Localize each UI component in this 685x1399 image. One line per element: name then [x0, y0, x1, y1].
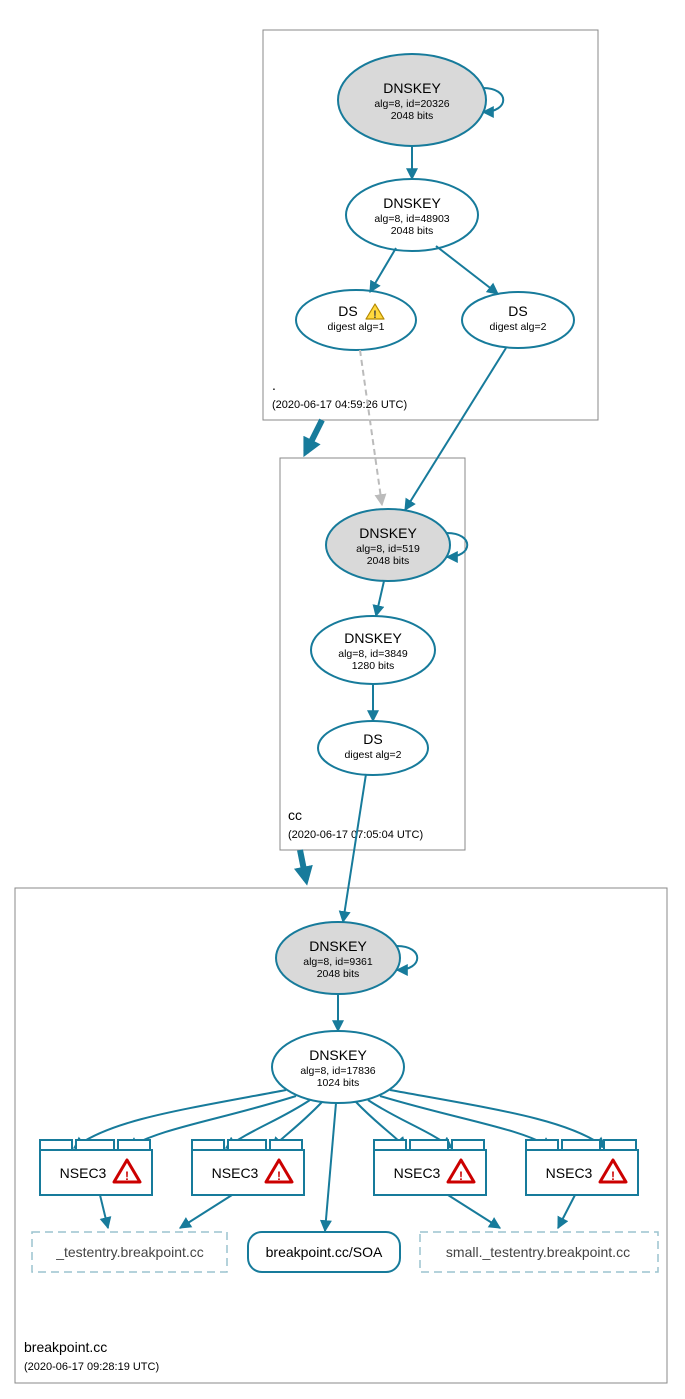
svg-text:digest alg=2: digest alg=2 — [490, 321, 547, 333]
node-cc-ds[interactable]: DS digest alg=2 — [318, 721, 428, 775]
zone-root-name: . — [272, 377, 276, 393]
delegation-root-cc — [306, 420, 322, 452]
nsec3-box-2[interactable]: NSEC3 ! — [192, 1140, 304, 1195]
edge-ds2-ccksk — [405, 348, 506, 510]
node-bp-ksk[interactable]: DNSKEY alg=8, id=9361 2048 bits — [276, 922, 400, 994]
delegation-cc-bp — [300, 850, 306, 880]
edge-cc-ksk-zsk — [376, 581, 384, 616]
nodata-testentry[interactable]: _testentry.breakpoint.cc — [32, 1232, 227, 1272]
svg-text:alg=8, id=48903: alg=8, id=48903 — [374, 213, 449, 225]
svg-text:NSEC3: NSEC3 — [546, 1165, 593, 1181]
node-root-ds1[interactable]: DS digest alg=1 ! — [296, 290, 416, 350]
node-root-ksk[interactable]: DNSKEY alg=8, id=20326 2048 bits — [338, 54, 486, 146]
svg-text:1024 bits: 1024 bits — [317, 1077, 360, 1089]
edge-root-zsk-ds1 — [370, 248, 396, 292]
nsec3-box-1[interactable]: NSEC3 ! — [40, 1140, 152, 1195]
svg-text:digest alg=2: digest alg=2 — [345, 749, 402, 761]
svg-text:!: ! — [611, 1169, 615, 1183]
svg-text:!: ! — [277, 1169, 281, 1183]
svg-text:small._testentry.breakpoint.cc: small._testentry.breakpoint.cc — [446, 1244, 630, 1260]
svg-text:digest alg=1: digest alg=1 — [328, 321, 385, 333]
node-cc-ksk[interactable]: DNSKEY alg=8, id=519 2048 bits — [326, 509, 450, 581]
svg-text:DNSKEY: DNSKEY — [359, 525, 417, 541]
node-root-zsk[interactable]: DNSKEY alg=8, id=48903 2048 bits — [346, 179, 478, 251]
nsec3-box-3[interactable]: NSEC3 ! — [374, 1140, 486, 1195]
svg-text:DNSKEY: DNSKEY — [309, 1047, 367, 1063]
zone-bp-name: breakpoint.cc — [24, 1339, 107, 1355]
edge-ds1-ccksk — [360, 350, 382, 505]
zone-bp-ts: (2020-06-17 09:28:19 UTC) — [24, 1361, 159, 1373]
svg-text:DS: DS — [363, 731, 382, 747]
svg-text:NSEC3: NSEC3 — [60, 1165, 107, 1181]
svg-text:2048 bits: 2048 bits — [391, 225, 434, 237]
svg-text:NSEC3: NSEC3 — [394, 1165, 441, 1181]
node-bp-zsk[interactable]: DNSKEY alg=8, id=17836 1024 bits — [272, 1031, 404, 1103]
svg-text:DNSKEY: DNSKEY — [309, 938, 367, 954]
soa-box[interactable]: breakpoint.cc/SOA — [248, 1232, 400, 1272]
node-root-ds2[interactable]: DS digest alg=2 — [462, 292, 574, 348]
nodata-small-testentry[interactable]: small._testentry.breakpoint.cc — [420, 1232, 658, 1272]
svg-text:!: ! — [459, 1169, 463, 1183]
edge-nsec3c-nodata2 — [448, 1195, 500, 1228]
svg-text:1280 bits: 1280 bits — [352, 660, 395, 672]
svg-text:DNSKEY: DNSKEY — [383, 80, 441, 96]
edge-nsec3b-nodata1 — [180, 1195, 232, 1228]
edge-root-zsk-ds2 — [436, 246, 498, 294]
svg-text:DNSKEY: DNSKEY — [383, 195, 441, 211]
svg-text:alg=8, id=519: alg=8, id=519 — [356, 543, 420, 555]
svg-text:alg=8, id=9361: alg=8, id=9361 — [303, 956, 373, 968]
svg-text:2048 bits: 2048 bits — [317, 968, 360, 980]
edge-nsec3d-nodata2 — [558, 1195, 575, 1228]
svg-text:alg=8, id=17836: alg=8, id=17836 — [300, 1065, 375, 1077]
svg-text:DS: DS — [338, 303, 357, 319]
svg-text:_testentry.breakpoint.cc: _testentry.breakpoint.cc — [55, 1244, 204, 1260]
edge-ccds-bpksk — [343, 774, 366, 922]
zone-cc-name: cc — [288, 807, 302, 823]
svg-text:2048 bits: 2048 bits — [391, 110, 434, 122]
zone-root-ts: (2020-06-17 04:59:26 UTC) — [272, 399, 407, 411]
nsec3-box-4[interactable]: NSEC3 ! — [526, 1140, 638, 1195]
svg-text:2048 bits: 2048 bits — [367, 555, 410, 567]
svg-text:alg=8, id=20326: alg=8, id=20326 — [374, 98, 449, 110]
node-cc-zsk[interactable]: DNSKEY alg=8, id=3849 1280 bits — [311, 616, 435, 684]
svg-text:breakpoint.cc/SOA: breakpoint.cc/SOA — [266, 1244, 383, 1260]
svg-text:alg=8, id=3849: alg=8, id=3849 — [338, 648, 408, 660]
svg-text:!: ! — [125, 1169, 129, 1183]
edge-zsk-soa — [325, 1103, 336, 1231]
svg-text:DNSKEY: DNSKEY — [344, 630, 402, 646]
svg-text:NSEC3: NSEC3 — [212, 1165, 259, 1181]
edge-nsec3a-nodata1 — [100, 1195, 108, 1228]
svg-text:!: ! — [373, 309, 377, 321]
svg-text:DS: DS — [508, 303, 527, 319]
